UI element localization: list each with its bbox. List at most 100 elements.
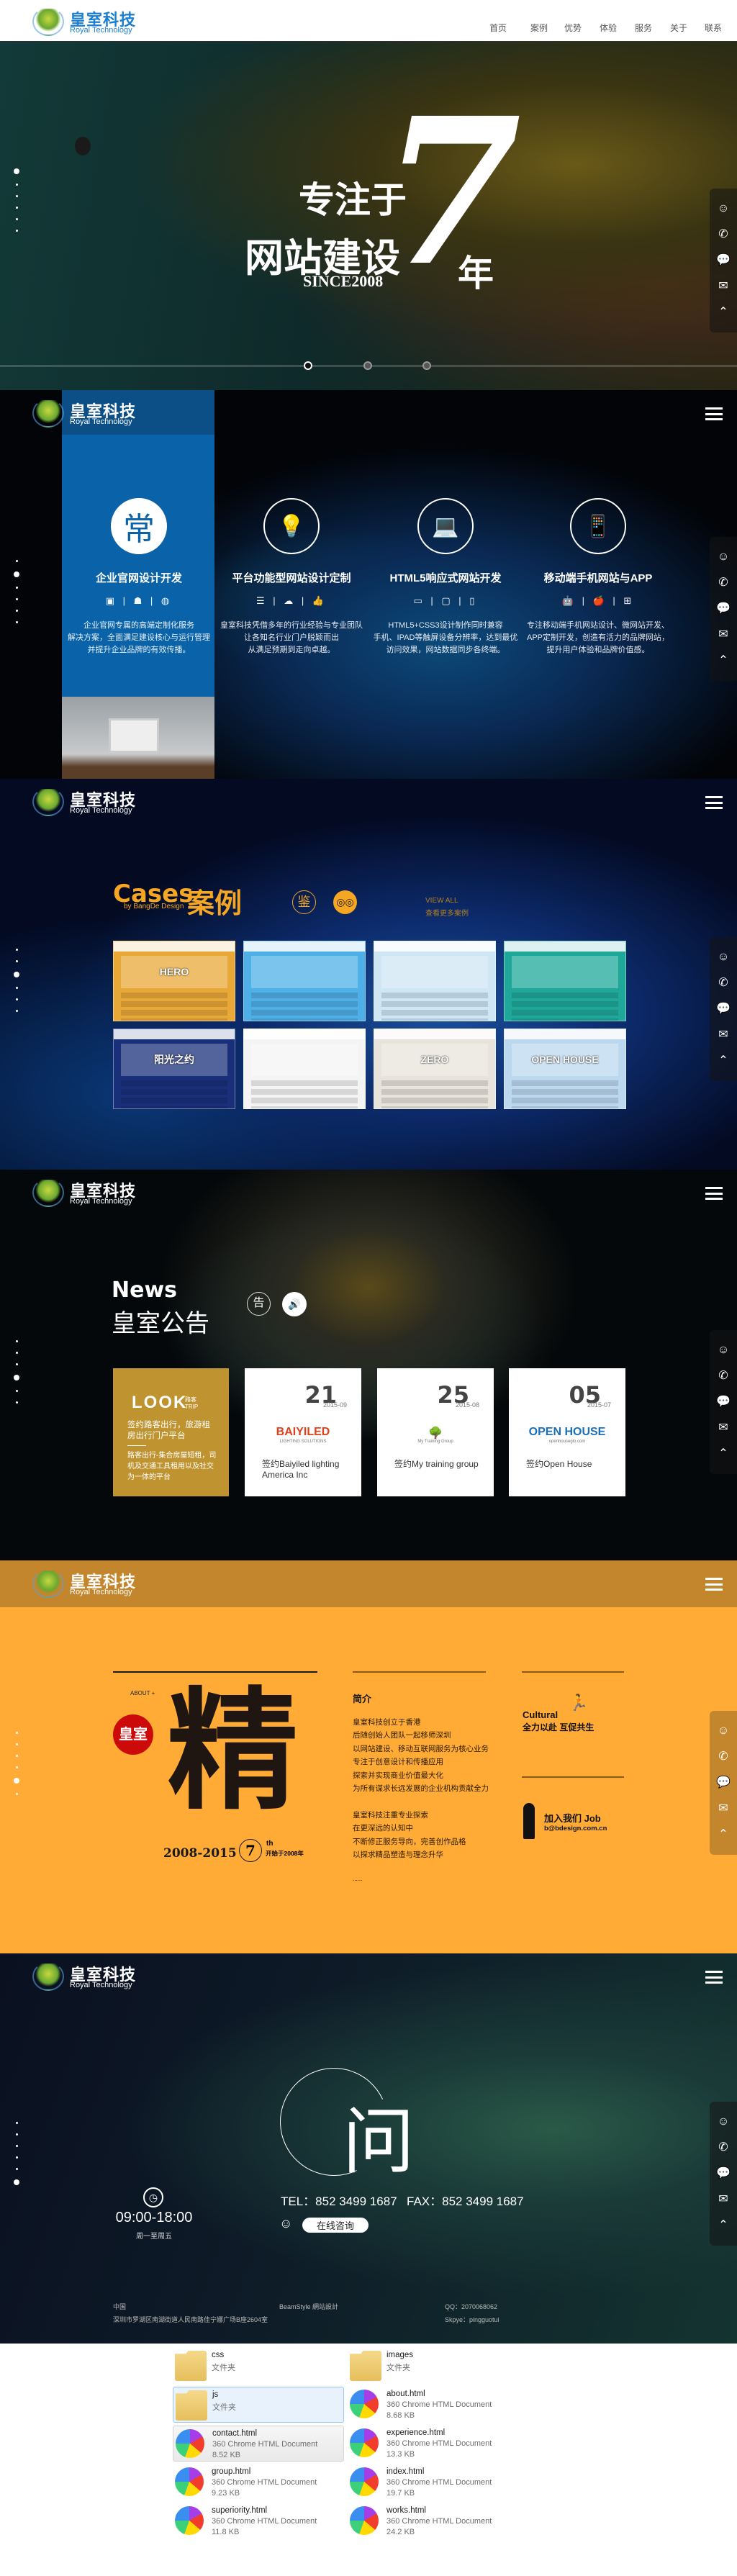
back-to-top-icon[interactable]: ⌃ (710, 1441, 737, 1467)
pager-dot[interactable] (15, 560, 18, 562)
file-item[interactable]: about.html 360 Chrome HTML Document 8.68 K… (348, 2387, 519, 2423)
pager-dot[interactable] (15, 218, 18, 220)
pager-dot[interactable] (15, 2168, 18, 2170)
pager-dot[interactable] (15, 230, 18, 232)
pager-dot[interactable] (14, 1778, 19, 1784)
pager-dot[interactable] (15, 195, 18, 197)
file-item[interactable]: images 文件夹 (348, 2348, 519, 2384)
mail-icon[interactable]: ✉ (710, 622, 737, 648)
phone-icon[interactable]: ✆ (710, 2135, 737, 2161)
pager-dot[interactable] (15, 587, 18, 589)
footer-design[interactable]: BeamStyle 網站設計 (279, 2302, 338, 2311)
pager-dot[interactable] (15, 1743, 18, 1745)
glasses-icon[interactable]: ◎◎ (333, 890, 357, 914)
about-label[interactable]: ABOUT + (130, 1690, 155, 1696)
pager-dot[interactable] (15, 2145, 18, 2147)
qq-icon[interactable]: ☺ (710, 944, 737, 970)
service-card[interactable]: 💻 HTML5响应式网站开发 ▭ | ▢ | ▯ HTML5+CSS3设计制作同时兼容… (370, 498, 521, 656)
back-to-top-icon[interactable]: ⌃ (710, 2213, 737, 2238)
pager-dot[interactable] (15, 1401, 18, 1404)
phone-icon[interactable]: ✆ (710, 1363, 737, 1389)
pager-dot[interactable] (15, 1340, 18, 1342)
pager-dot[interactable] (15, 207, 18, 209)
wechat-icon[interactable]: 💬 (710, 2161, 737, 2187)
qq-icon[interactable]: ☺ (710, 196, 737, 222)
nav-item[interactable]: 优势 (564, 22, 582, 34)
pager-dot[interactable] (15, 1793, 18, 1795)
wechat-icon[interactable]: 💬 (710, 996, 737, 1022)
pager-dot[interactable] (15, 1766, 18, 1768)
pager-dot[interactable] (15, 2156, 18, 2159)
logo[interactable]: 皇室科技 Royal Technology (32, 787, 140, 816)
nav-item[interactable]: 首页 (489, 22, 507, 34)
back-to-top-icon[interactable]: ⌃ (710, 1048, 737, 1074)
mail-icon[interactable]: ✉ (710, 1415, 737, 1441)
online-consult-button[interactable]: 在线咨询 (302, 2218, 368, 2233)
pager-dot[interactable] (15, 598, 18, 600)
qq-icon[interactable]: ☺ (710, 2109, 737, 2135)
job-link[interactable]: 加入我们 Job (544, 1811, 601, 1825)
phone-icon[interactable]: ✆ (710, 222, 737, 248)
file-item[interactable]: superiority.html 360 Chrome HTML Document… (173, 2503, 344, 2539)
service-card[interactable]: 常企业官网设计开发 ▣ | ☗ | ◍ 企业官网专属的高端定制化服务 解决方案，全面满… (63, 498, 214, 656)
case-thumbnail[interactable] (504, 941, 626, 1021)
pager-dot[interactable] (15, 987, 18, 989)
pager-dot[interactable] (15, 1010, 18, 1012)
back-to-top-icon[interactable]: ⌃ (710, 1822, 737, 1848)
pager-dot[interactable] (15, 621, 18, 623)
pager-dot[interactable] (14, 168, 19, 174)
file-item[interactable]: works.html 360 Chrome HTML Document 24.2 K… (348, 2503, 519, 2539)
back-to-top-icon[interactable]: ⌃ (710, 648, 737, 674)
wechat-icon[interactable]: 💬 (710, 248, 737, 274)
case-thumbnail[interactable]: 阳光之约 (113, 1029, 235, 1109)
news-featured-card[interactable]: LOOK 路客 TRIP 签约路客出行，旅游租房出行门户平台 路客出行-集合房屋… (113, 1368, 229, 1496)
mail-icon[interactable]: ✉ (710, 1022, 737, 1048)
mail-icon[interactable]: ✉ (710, 1796, 737, 1822)
logo[interactable]: 皇室科技 Royal Technology (32, 1178, 140, 1207)
pager-dot[interactable] (15, 1390, 18, 1392)
wechat-icon[interactable]: 💬 (710, 1770, 737, 1796)
phone-icon[interactable]: ✆ (710, 970, 737, 996)
qq-icon[interactable]: ☺ (710, 544, 737, 570)
case-thumbnail[interactable]: ZERO (374, 1029, 496, 1109)
file-item[interactable]: contact.html 360 Chrome HTML Document 8.52… (173, 2426, 344, 2462)
qq-icon[interactable]: ☺ (710, 1337, 737, 1363)
phone-icon[interactable]: ✆ (710, 570, 737, 596)
pager-dot[interactable] (15, 1352, 18, 1354)
file-item[interactable]: group.html 360 Chrome HTML Document 9.23 K… (173, 2464, 344, 2500)
service-card[interactable]: 📱 移动端手机网站与APP 🤖 | 🍎 | ⊞ 专注移动端手机网站设计、微网站开发、 A… (523, 498, 674, 656)
qq-icon[interactable]: ☺ (279, 2216, 292, 2231)
pager-dot[interactable] (15, 1755, 18, 1757)
pager-dot[interactable] (14, 571, 19, 577)
qq-icon[interactable]: ☺ (710, 1718, 737, 1744)
view-all-link[interactable]: VIEW ALL (425, 897, 458, 905)
pager-dot[interactable] (15, 998, 18, 1000)
news-card[interactable]: 05 2015-07 OPEN HOUSE openhouseglo.com 签约Ope… (509, 1368, 625, 1496)
case-thumbnail[interactable]: OPEN HOUSE (504, 1029, 626, 1109)
mail-icon[interactable]: ✉ (710, 2187, 737, 2213)
menu-icon[interactable] (705, 1578, 723, 1591)
nav-item[interactable]: 服务 (635, 22, 652, 34)
file-item[interactable]: experience.html 360 Chrome HTML Document 1… (348, 2426, 519, 2462)
case-thumbnail[interactable] (243, 941, 366, 1021)
pager-dot[interactable] (14, 1375, 19, 1380)
case-thumbnail[interactable] (243, 1029, 366, 1109)
pager-dot[interactable] (14, 2179, 19, 2185)
phone-icon[interactable]: ✆ (710, 1744, 737, 1770)
service-card[interactable]: 💡 平台功能型网站设计定制 ☰ | ☁ | 👍 皇室科技凭借多年的行业经验与专业团队让… (216, 498, 367, 656)
menu-icon[interactable] (705, 1187, 723, 1200)
pager-dot[interactable] (15, 949, 18, 951)
pager-dot[interactable] (15, 2122, 18, 2124)
slider-dot-1[interactable] (304, 361, 312, 370)
pager-dot[interactable] (15, 1732, 18, 1734)
logo[interactable]: 皇室科技 Royal Technology (32, 1569, 140, 1598)
menu-icon[interactable] (705, 407, 723, 420)
menu-icon[interactable] (705, 796, 723, 809)
nav-item[interactable]: 案例 (530, 22, 548, 34)
mail-icon[interactable]: ✉ (710, 274, 737, 299)
pager-dot[interactable] (15, 184, 18, 186)
case-thumbnail[interactable] (374, 941, 496, 1021)
pager-dot[interactable] (14, 972, 19, 977)
logo[interactable]: 皇室科技 Royal Technology (32, 1962, 140, 1991)
news-card[interactable]: 25 2015-08 🌳 My Training Group 签约My training… (377, 1368, 494, 1496)
